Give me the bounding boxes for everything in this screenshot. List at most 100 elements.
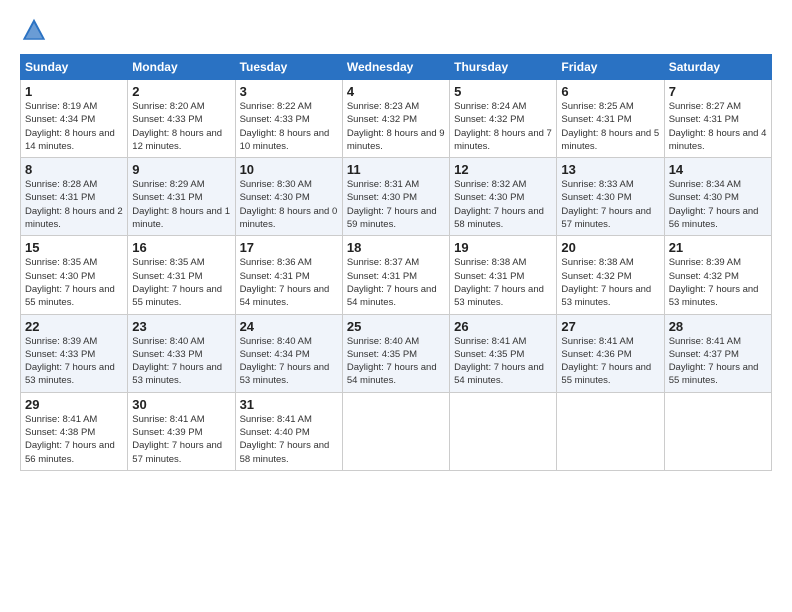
day-number: 29 bbox=[25, 397, 123, 412]
day-number: 17 bbox=[240, 240, 338, 255]
day-number: 7 bbox=[669, 84, 767, 99]
day-number: 22 bbox=[25, 319, 123, 334]
day-info: Sunrise: 8:34 AMSunset: 4:30 PMDaylight:… bbox=[669, 178, 767, 231]
logo bbox=[20, 16, 52, 44]
day-info: Sunrise: 8:25 AMSunset: 4:31 PMDaylight:… bbox=[561, 100, 659, 153]
day-cell: 20Sunrise: 8:38 AMSunset: 4:32 PMDayligh… bbox=[557, 236, 664, 314]
day-cell: 14Sunrise: 8:34 AMSunset: 4:30 PMDayligh… bbox=[664, 158, 771, 236]
day-cell: 23Sunrise: 8:40 AMSunset: 4:33 PMDayligh… bbox=[128, 314, 235, 392]
day-number: 30 bbox=[132, 397, 230, 412]
day-number: 14 bbox=[669, 162, 767, 177]
day-number: 6 bbox=[561, 84, 659, 99]
day-info: Sunrise: 8:40 AMSunset: 4:35 PMDaylight:… bbox=[347, 335, 445, 388]
day-number: 25 bbox=[347, 319, 445, 334]
day-number: 18 bbox=[347, 240, 445, 255]
day-number: 28 bbox=[669, 319, 767, 334]
day-cell: 22Sunrise: 8:39 AMSunset: 4:33 PMDayligh… bbox=[21, 314, 128, 392]
day-number: 24 bbox=[240, 319, 338, 334]
day-info: Sunrise: 8:36 AMSunset: 4:31 PMDaylight:… bbox=[240, 256, 338, 309]
day-cell: 5Sunrise: 8:24 AMSunset: 4:32 PMDaylight… bbox=[450, 80, 557, 158]
page: SundayMondayTuesdayWednesdayThursdayFrid… bbox=[0, 0, 792, 612]
weekday-header-thursday: Thursday bbox=[450, 55, 557, 80]
day-number: 12 bbox=[454, 162, 552, 177]
day-cell bbox=[664, 392, 771, 470]
day-number: 31 bbox=[240, 397, 338, 412]
day-number: 8 bbox=[25, 162, 123, 177]
day-cell: 24Sunrise: 8:40 AMSunset: 4:34 PMDayligh… bbox=[235, 314, 342, 392]
day-info: Sunrise: 8:38 AMSunset: 4:32 PMDaylight:… bbox=[561, 256, 659, 309]
day-info: Sunrise: 8:38 AMSunset: 4:31 PMDaylight:… bbox=[454, 256, 552, 309]
day-info: Sunrise: 8:40 AMSunset: 4:33 PMDaylight:… bbox=[132, 335, 230, 388]
day-cell: 13Sunrise: 8:33 AMSunset: 4:30 PMDayligh… bbox=[557, 158, 664, 236]
day-number: 26 bbox=[454, 319, 552, 334]
day-cell: 15Sunrise: 8:35 AMSunset: 4:30 PMDayligh… bbox=[21, 236, 128, 314]
day-info: Sunrise: 8:33 AMSunset: 4:30 PMDaylight:… bbox=[561, 178, 659, 231]
day-number: 19 bbox=[454, 240, 552, 255]
day-number: 23 bbox=[132, 319, 230, 334]
day-info: Sunrise: 8:22 AMSunset: 4:33 PMDaylight:… bbox=[240, 100, 338, 153]
day-number: 21 bbox=[669, 240, 767, 255]
day-cell: 2Sunrise: 8:20 AMSunset: 4:33 PMDaylight… bbox=[128, 80, 235, 158]
day-info: Sunrise: 8:40 AMSunset: 4:34 PMDaylight:… bbox=[240, 335, 338, 388]
day-number: 11 bbox=[347, 162, 445, 177]
weekday-header-tuesday: Tuesday bbox=[235, 55, 342, 80]
day-info: Sunrise: 8:41 AMSunset: 4:36 PMDaylight:… bbox=[561, 335, 659, 388]
week-row-3: 15Sunrise: 8:35 AMSunset: 4:30 PMDayligh… bbox=[21, 236, 772, 314]
day-info: Sunrise: 8:41 AMSunset: 4:39 PMDaylight:… bbox=[132, 413, 230, 466]
day-info: Sunrise: 8:41 AMSunset: 4:40 PMDaylight:… bbox=[240, 413, 338, 466]
day-info: Sunrise: 8:41 AMSunset: 4:35 PMDaylight:… bbox=[454, 335, 552, 388]
day-number: 27 bbox=[561, 319, 659, 334]
day-info: Sunrise: 8:19 AMSunset: 4:34 PMDaylight:… bbox=[25, 100, 123, 153]
day-cell: 6Sunrise: 8:25 AMSunset: 4:31 PMDaylight… bbox=[557, 80, 664, 158]
day-number: 9 bbox=[132, 162, 230, 177]
day-info: Sunrise: 8:23 AMSunset: 4:32 PMDaylight:… bbox=[347, 100, 445, 153]
day-cell: 17Sunrise: 8:36 AMSunset: 4:31 PMDayligh… bbox=[235, 236, 342, 314]
day-cell: 26Sunrise: 8:41 AMSunset: 4:35 PMDayligh… bbox=[450, 314, 557, 392]
day-cell: 21Sunrise: 8:39 AMSunset: 4:32 PMDayligh… bbox=[664, 236, 771, 314]
weekday-header-sunday: Sunday bbox=[21, 55, 128, 80]
week-row-1: 1Sunrise: 8:19 AMSunset: 4:34 PMDaylight… bbox=[21, 80, 772, 158]
day-cell: 12Sunrise: 8:32 AMSunset: 4:30 PMDayligh… bbox=[450, 158, 557, 236]
header bbox=[20, 16, 772, 44]
day-cell: 25Sunrise: 8:40 AMSunset: 4:35 PMDayligh… bbox=[342, 314, 449, 392]
week-row-2: 8Sunrise: 8:28 AMSunset: 4:31 PMDaylight… bbox=[21, 158, 772, 236]
calendar-table: SundayMondayTuesdayWednesdayThursdayFrid… bbox=[20, 54, 772, 471]
day-cell: 16Sunrise: 8:35 AMSunset: 4:31 PMDayligh… bbox=[128, 236, 235, 314]
day-info: Sunrise: 8:27 AMSunset: 4:31 PMDaylight:… bbox=[669, 100, 767, 153]
day-info: Sunrise: 8:37 AMSunset: 4:31 PMDaylight:… bbox=[347, 256, 445, 309]
day-cell: 31Sunrise: 8:41 AMSunset: 4:40 PMDayligh… bbox=[235, 392, 342, 470]
day-info: Sunrise: 8:20 AMSunset: 4:33 PMDaylight:… bbox=[132, 100, 230, 153]
day-cell: 4Sunrise: 8:23 AMSunset: 4:32 PMDaylight… bbox=[342, 80, 449, 158]
day-number: 20 bbox=[561, 240, 659, 255]
day-number: 15 bbox=[25, 240, 123, 255]
day-cell: 18Sunrise: 8:37 AMSunset: 4:31 PMDayligh… bbox=[342, 236, 449, 314]
day-cell: 8Sunrise: 8:28 AMSunset: 4:31 PMDaylight… bbox=[21, 158, 128, 236]
day-info: Sunrise: 8:29 AMSunset: 4:31 PMDaylight:… bbox=[132, 178, 230, 231]
day-cell bbox=[342, 392, 449, 470]
week-row-5: 29Sunrise: 8:41 AMSunset: 4:38 PMDayligh… bbox=[21, 392, 772, 470]
day-info: Sunrise: 8:28 AMSunset: 4:31 PMDaylight:… bbox=[25, 178, 123, 231]
day-info: Sunrise: 8:35 AMSunset: 4:31 PMDaylight:… bbox=[132, 256, 230, 309]
day-cell: 11Sunrise: 8:31 AMSunset: 4:30 PMDayligh… bbox=[342, 158, 449, 236]
day-cell bbox=[557, 392, 664, 470]
day-info: Sunrise: 8:24 AMSunset: 4:32 PMDaylight:… bbox=[454, 100, 552, 153]
weekday-header-wednesday: Wednesday bbox=[342, 55, 449, 80]
day-number: 13 bbox=[561, 162, 659, 177]
day-number: 5 bbox=[454, 84, 552, 99]
day-cell: 1Sunrise: 8:19 AMSunset: 4:34 PMDaylight… bbox=[21, 80, 128, 158]
day-number: 2 bbox=[132, 84, 230, 99]
day-cell: 9Sunrise: 8:29 AMSunset: 4:31 PMDaylight… bbox=[128, 158, 235, 236]
weekday-header-friday: Friday bbox=[557, 55, 664, 80]
day-cell: 30Sunrise: 8:41 AMSunset: 4:39 PMDayligh… bbox=[128, 392, 235, 470]
day-info: Sunrise: 8:30 AMSunset: 4:30 PMDaylight:… bbox=[240, 178, 338, 231]
week-row-4: 22Sunrise: 8:39 AMSunset: 4:33 PMDayligh… bbox=[21, 314, 772, 392]
day-number: 10 bbox=[240, 162, 338, 177]
weekday-header-monday: Monday bbox=[128, 55, 235, 80]
day-info: Sunrise: 8:32 AMSunset: 4:30 PMDaylight:… bbox=[454, 178, 552, 231]
day-cell: 28Sunrise: 8:41 AMSunset: 4:37 PMDayligh… bbox=[664, 314, 771, 392]
day-cell: 3Sunrise: 8:22 AMSunset: 4:33 PMDaylight… bbox=[235, 80, 342, 158]
weekday-header-row: SundayMondayTuesdayWednesdayThursdayFrid… bbox=[21, 55, 772, 80]
day-number: 16 bbox=[132, 240, 230, 255]
day-info: Sunrise: 8:39 AMSunset: 4:32 PMDaylight:… bbox=[669, 256, 767, 309]
day-info: Sunrise: 8:41 AMSunset: 4:37 PMDaylight:… bbox=[669, 335, 767, 388]
